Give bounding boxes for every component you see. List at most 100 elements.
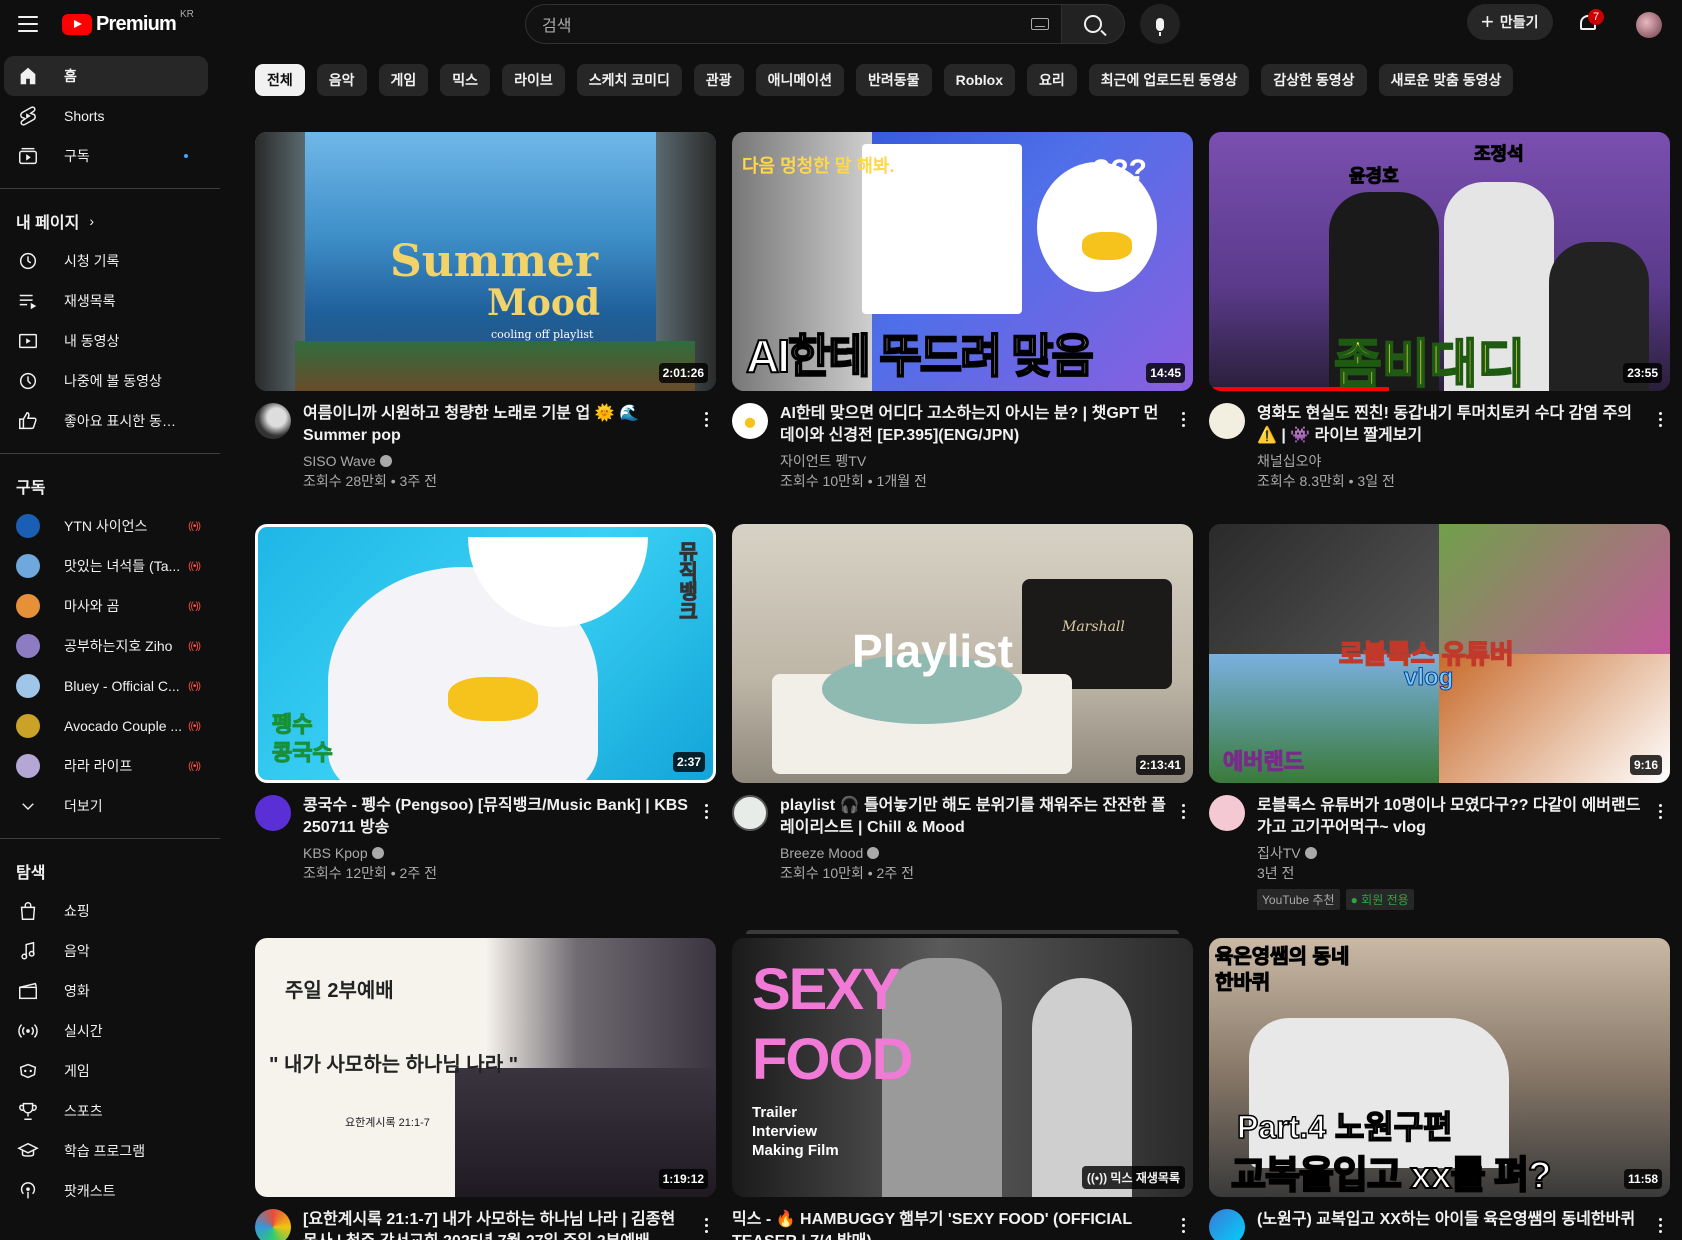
sidebar-item-movies[interactable]: 영화 <box>4 971 208 1011</box>
video-thumbnail[interactable]: 주일 2부예배 " 내가 사모하는 하나님 나라 " 요한계시록 21:1-7 … <box>255 938 716 1197</box>
video-title[interactable]: [요한계시록 21:1-7] 내가 사모하는 하나님 나라 | 김종현 목사 |… <box>303 1209 693 1240</box>
video-thumbnail[interactable]: SEXY FOOD Trailer Interview Making Film … <box>732 938 1193 1197</box>
video-thumbnail[interactable]: 다음 멍청한 말 해봐. ??? AI한테 뚜드려 맞음 14:45 <box>732 132 1193 391</box>
video-thumbnail[interactable]: 육은영쌤의 동네한바퀴 Part.4 노원구편 교복을입고 xx를 펴? 11:… <box>1209 938 1670 1197</box>
more-actions-icon[interactable] <box>1650 1213 1670 1237</box>
sidebar-item-my-videos[interactable]: 내 동영상 <box>4 321 208 361</box>
sidebar-item-shorts[interactable]: Shorts <box>4 96 208 136</box>
sidebar-channel-item[interactable]: Bluey - Official C... ((•)) <box>4 666 208 706</box>
create-label: 만들기 <box>1499 14 1539 30</box>
chip-live[interactable]: 라이브 <box>502 64 565 96</box>
chip-pets[interactable]: 반려동물 <box>856 64 932 96</box>
video-thumbnail[interactable]: 윤경호 조정석 좀비대디 23:55 <box>1209 132 1670 391</box>
sidebar-channel-item[interactable]: 맛있는 녀석들 (Ta... ((•)) <box>4 546 208 586</box>
video-thumbnail[interactable]: Summer Mood cooling off playlist 2:01:26 <box>255 132 716 391</box>
video-card[interactable]: 윤경호 조정석 좀비대디 23:55 영화도 현실도 찐친! 동갑내기 투머치토… <box>1209 132 1670 491</box>
more-actions-icon[interactable] <box>1173 407 1193 431</box>
channel-name[interactable]: 채널십오야 <box>1257 451 1647 471</box>
chip-watched[interactable]: 감상한 동영상 <box>1261 64 1367 96</box>
sidebar-channel-item[interactable]: 마사와 곰 ((•)) <box>4 586 208 626</box>
chip-gaming[interactable]: 게임 <box>378 64 429 96</box>
video-card[interactable]: 주일 2부예배 " 내가 사모하는 하나님 나라 " 요한계시록 21:1-7 … <box>255 938 716 1240</box>
video-title[interactable]: 믹스 - 🔥 HAMBUGGY 햄부기 'SEXY FOOD' (OFFICIA… <box>732 1209 1172 1240</box>
search-button[interactable] <box>1061 4 1125 44</box>
video-title[interactable]: 콩국수 - 펭수 (Pengsoo) [뮤직뱅크/Music Bank] | K… <box>303 795 693 839</box>
channel-name[interactable]: Breeze Mood <box>780 843 1170 863</box>
sidebar-item-learning[interactable]: 학습 프로그램 <box>4 1131 208 1171</box>
menu-icon[interactable] <box>16 12 40 36</box>
sidebar-item-gaming[interactable]: 게임 <box>4 1051 208 1091</box>
sidebar-item-home[interactable]: 홈 <box>4 56 208 96</box>
more-actions-icon[interactable] <box>1173 799 1193 823</box>
create-button[interactable]: + 만들기 <box>1467 4 1553 40</box>
chip-tourism[interactable]: 관광 <box>693 64 744 96</box>
sidebar-channel-item[interactable]: 공부하는지호 Ziho ((•)) <box>4 626 208 666</box>
keyboard-icon[interactable] <box>1031 18 1049 30</box>
chip-animation[interactable]: 애니메이션 <box>755 64 845 96</box>
video-thumbnail[interactable]: 뮤직뱅크 펭수 콩국수 2:37 <box>255 524 716 783</box>
chip-new-to-you[interactable]: 새로운 맞춤 동영상 <box>1378 64 1514 96</box>
video-card[interactable]: Summer Mood cooling off playlist 2:01:26… <box>255 132 716 491</box>
more-actions-icon[interactable] <box>1650 799 1670 823</box>
chip-cooking[interactable]: 요리 <box>1027 64 1077 96</box>
channel-name[interactable]: 집사TV <box>1257 843 1647 863</box>
video-card[interactable]: 육은영쌤의 동네한바퀴 Part.4 노원구편 교복을입고 xx를 펴? 11:… <box>1209 938 1670 1240</box>
video-title[interactable]: 영화도 현실도 찐친! 동갑내기 투머치토커 수다 감염 주의 ⚠️ | 👾 라… <box>1257 403 1647 447</box>
video-card[interactable]: 다음 멍청한 말 해봐. ??? AI한테 뚜드려 맞음 14:45 AI한테 … <box>732 132 1193 491</box>
video-thumbnail[interactable]: Playlist Marshall 2:13:41 <box>732 524 1193 783</box>
chip-music[interactable]: 음악 <box>316 64 367 96</box>
video-title[interactable]: AI한테 맞으면 어디다 고소하는지 아시는 분? | 챗GPT 먼데이와 신경… <box>780 403 1170 447</box>
sidebar-item-live[interactable]: 실시간 <box>4 1011 208 1051</box>
video-title[interactable]: 여름이니까 시원하고 청량한 노래로 기분 업 🌞 🌊 Summer pop <box>303 403 693 447</box>
sidebar-show-more[interactable]: 더보기 <box>4 786 208 826</box>
channel-avatar[interactable] <box>1209 403 1245 439</box>
video-card[interactable]: 뮤직뱅크 펭수 콩국수 2:37 콩국수 - 펭수 (Pengsoo) [뮤직뱅… <box>255 524 716 883</box>
sidebar-channel-item[interactable]: Avocado Couple ... ((•)) <box>4 706 208 746</box>
more-actions-icon[interactable] <box>696 799 716 823</box>
sidebar-item-history[interactable]: 시청 기록 <box>4 241 208 281</box>
channel-avatar[interactable] <box>255 403 291 439</box>
sidebar-item-liked-videos[interactable]: 좋아요 표시한 동영상 <box>4 401 208 441</box>
video-title[interactable]: playlist 🎧 틀어놓기만 해도 분위기를 채워주는 잔잔한 플레이리스트… <box>780 795 1170 839</box>
more-actions-icon[interactable] <box>1173 1213 1193 1237</box>
sidebar-item-watch-later[interactable]: 나중에 볼 동영상 <box>4 361 208 401</box>
video-card[interactable]: SEXY FOOD Trailer Interview Making Film … <box>732 930 1193 1240</box>
channel-avatar[interactable] <box>1209 1209 1245 1240</box>
sidebar-item-shopping[interactable]: 쇼핑 <box>4 891 208 931</box>
video-duration: 9:16 <box>1629 755 1662 775</box>
channel-avatar[interactable] <box>732 795 768 831</box>
channel-avatar[interactable] <box>255 1209 291 1240</box>
video-title[interactable]: 로블록스 유튜버가 10명이나 모였다구?? 다같이 에버랜드 가고 고기꾸어먹… <box>1257 795 1647 839</box>
sidebar-item-playlists[interactable]: 재생목록 <box>4 281 208 321</box>
chip-roblox[interactable]: Roblox <box>943 64 1016 96</box>
sidebar-item-sports[interactable]: 스포츠 <box>4 1091 208 1131</box>
video-title[interactable]: (노원구) 교복입고 XX하는 아이들 육은영쌤의 동네한바퀴 <box>1257 1209 1647 1231</box>
voice-search-button[interactable] <box>1140 4 1180 44</box>
channel-avatar[interactable] <box>1209 795 1245 831</box>
channel-name[interactable]: 자이언트 펭TV <box>780 451 1170 471</box>
video-card[interactable]: 로블록스 유튜버 vlog 에버랜드 9:16 로블록스 유튜버가 10명이나 … <box>1209 524 1670 910</box>
channel-avatar[interactable] <box>732 403 768 439</box>
chip-sketch-comedy[interactable]: 스케치 코미디 <box>576 64 682 96</box>
more-actions-icon[interactable] <box>1650 407 1670 431</box>
channel-avatar[interactable] <box>255 795 291 831</box>
sidebar-item-music[interactable]: 음악 <box>4 931 208 971</box>
account-avatar[interactable] <box>1636 12 1662 38</box>
more-actions-icon[interactable] <box>696 1213 716 1237</box>
chip-recently-uploaded[interactable]: 최근에 업로드된 동영상 <box>1088 64 1250 96</box>
notifications-button[interactable]: 7 <box>1576 9 1604 36</box>
video-card[interactable]: Playlist Marshall 2:13:41 playlist 🎧 틀어놓… <box>732 524 1193 883</box>
you-section-header[interactable]: 내 페이지 › <box>0 201 220 241</box>
chip-mixes[interactable]: 믹스 <box>440 64 491 96</box>
video-thumbnail[interactable]: 로블록스 유튜버 vlog 에버랜드 9:16 <box>1209 524 1670 783</box>
more-actions-icon[interactable] <box>696 407 716 431</box>
search-input[interactable]: 검색 <box>525 4 1061 44</box>
channel-name[interactable]: SISO Wave <box>303 451 693 471</box>
sidebar-item-podcasts[interactable]: 팟캐스트 <box>4 1171 208 1211</box>
sidebar-item-subscriptions[interactable]: 구독 <box>4 136 208 176</box>
sidebar-channel-item[interactable]: YTN 사이언스 ((•)) <box>4 506 208 546</box>
sidebar-channel-item[interactable]: 라라 라이프 ((•)) <box>4 746 208 786</box>
chip-all[interactable]: 전체 <box>255 64 305 96</box>
youtube-premium-logo[interactable]: Premium KR <box>62 9 194 35</box>
channel-name[interactable]: KBS Kpop <box>303 843 693 863</box>
